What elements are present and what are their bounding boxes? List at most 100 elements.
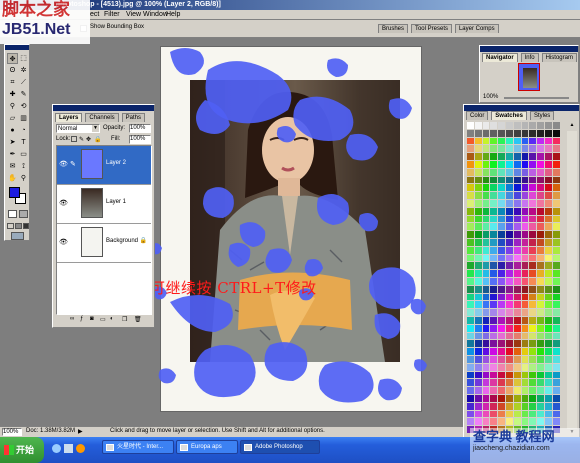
color-swatch[interactable] [506,293,513,301]
color-swatch[interactable] [545,122,552,129]
screen-mode-full-icon[interactable] [23,223,29,229]
color-swatch[interactable] [506,395,513,402]
color-swatch[interactable] [529,192,537,199]
color-swatch[interactable] [529,340,537,348]
color-swatch[interactable] [506,418,513,426]
color-swatch[interactable] [506,270,513,277]
color-swatch[interactable] [513,145,521,153]
color-swatch[interactable] [529,356,537,363]
opacity-field[interactable]: 100% [129,124,151,133]
color-swatch[interactable] [482,285,490,293]
color-swatch[interactable] [552,161,560,168]
color-swatch[interactable] [545,309,552,316]
screen-mode-standard-icon[interactable] [7,223,14,229]
color-swatch[interactable] [474,301,482,309]
tab-color[interactable]: Color [466,111,489,120]
color-swatch[interactable] [529,168,537,176]
tab-histogram[interactable]: Histogram [541,53,577,62]
brush-tool-icon[interactable]: ✎ [18,89,29,100]
healing-brush-tool-icon[interactable]: ✚ [7,89,18,100]
blend-mode-select[interactable]: Normal ▼ [56,124,100,133]
color-swatch[interactable] [552,395,560,402]
color-swatch[interactable] [552,387,560,394]
color-swatch[interactable] [467,363,474,371]
color-swatch[interactable] [482,324,490,332]
color-swatch[interactable] [513,340,521,348]
color-swatch[interactable] [474,402,482,410]
layer-row-layer-2[interactable]: 👁 ✎ Layer 2 [57,146,151,185]
color-swatch[interactable] [537,122,544,129]
color-swatch[interactable] [513,332,521,340]
color-swatch[interactable] [552,122,560,129]
color-swatch[interactable] [506,215,513,223]
color-swatch[interactable] [506,192,513,199]
color-swatch[interactable] [529,239,537,246]
color-swatch[interactable] [467,246,474,254]
color-swatch[interactable] [513,348,521,355]
color-swatch[interactable] [506,371,513,379]
eraser-tool-icon[interactable]: ▱ [7,113,18,124]
color-swatch[interactable] [498,410,505,418]
color-swatch[interactable] [537,371,544,379]
color-swatch[interactable] [490,223,498,231]
color-swatch[interactable] [521,371,529,379]
color-swatch[interactable] [490,332,498,340]
color-swatch[interactable] [545,293,552,301]
color-swatch[interactable] [521,215,529,223]
lock-image-icon[interactable]: ✎ [79,136,84,143]
scroll-up-icon[interactable]: ▲ [567,122,577,131]
color-swatch[interactable] [482,239,490,246]
color-swatch[interactable] [529,293,537,301]
color-swatch[interactable] [506,410,513,418]
color-swatch[interactable] [545,254,552,262]
color-swatch[interactable] [529,301,537,309]
color-swatch[interactable] [513,231,521,238]
color-swatch[interactable] [521,239,529,246]
color-swatch[interactable] [498,301,505,309]
color-swatch[interactable] [498,270,505,277]
delete-layer-icon[interactable]: 🗑 [134,316,142,323]
color-swatch[interactable] [467,161,474,168]
adjustment-layer-icon[interactable]: ◐ [110,316,114,322]
color-swatch[interactable] [490,363,498,371]
color-swatch[interactable] [482,200,490,207]
color-swatch[interactable] [506,301,513,309]
color-swatch[interactable] [490,145,498,153]
color-swatch[interactable] [545,192,552,199]
color-swatch[interactable] [498,200,505,207]
color-swatch[interactable] [498,239,505,246]
color-swatch[interactable] [498,246,505,254]
menu-item-view[interactable]: View [126,11,141,18]
color-swatch[interactable] [490,207,498,215]
color-swatch[interactable] [474,231,482,238]
color-swatch[interactable] [513,122,521,129]
color-swatch[interactable] [545,301,552,309]
layer-row-layer-1[interactable]: 👁 Layer 1 [57,185,151,224]
color-swatch[interactable] [467,301,474,309]
color-swatch[interactable] [506,317,513,324]
color-swatch[interactable] [513,223,521,231]
color-swatch[interactable] [490,168,498,176]
color-swatch[interactable] [529,410,537,418]
color-swatch[interactable] [513,246,521,254]
color-swatch[interactable] [513,418,521,426]
color-swatch[interactable] [529,262,537,270]
color-swatch[interactable] [506,184,513,192]
color-swatch[interactable] [482,168,490,176]
color-swatch[interactable] [490,285,498,293]
color-swatch[interactable] [506,223,513,231]
color-swatch[interactable] [467,293,474,301]
color-swatch[interactable] [482,387,490,394]
color-swatch[interactable] [490,200,498,207]
color-swatch[interactable] [474,348,482,355]
color-swatch[interactable] [467,145,474,153]
color-swatch[interactable] [521,168,529,176]
color-swatch[interactable] [513,176,521,184]
color-swatch[interactable] [513,215,521,223]
color-swatch[interactable] [537,402,544,410]
color-swatch[interactable] [545,332,552,340]
color-swatch[interactable] [513,161,521,168]
color-swatch[interactable] [537,356,544,363]
color-swatch[interactable] [521,270,529,277]
color-swatch[interactable] [537,129,544,137]
